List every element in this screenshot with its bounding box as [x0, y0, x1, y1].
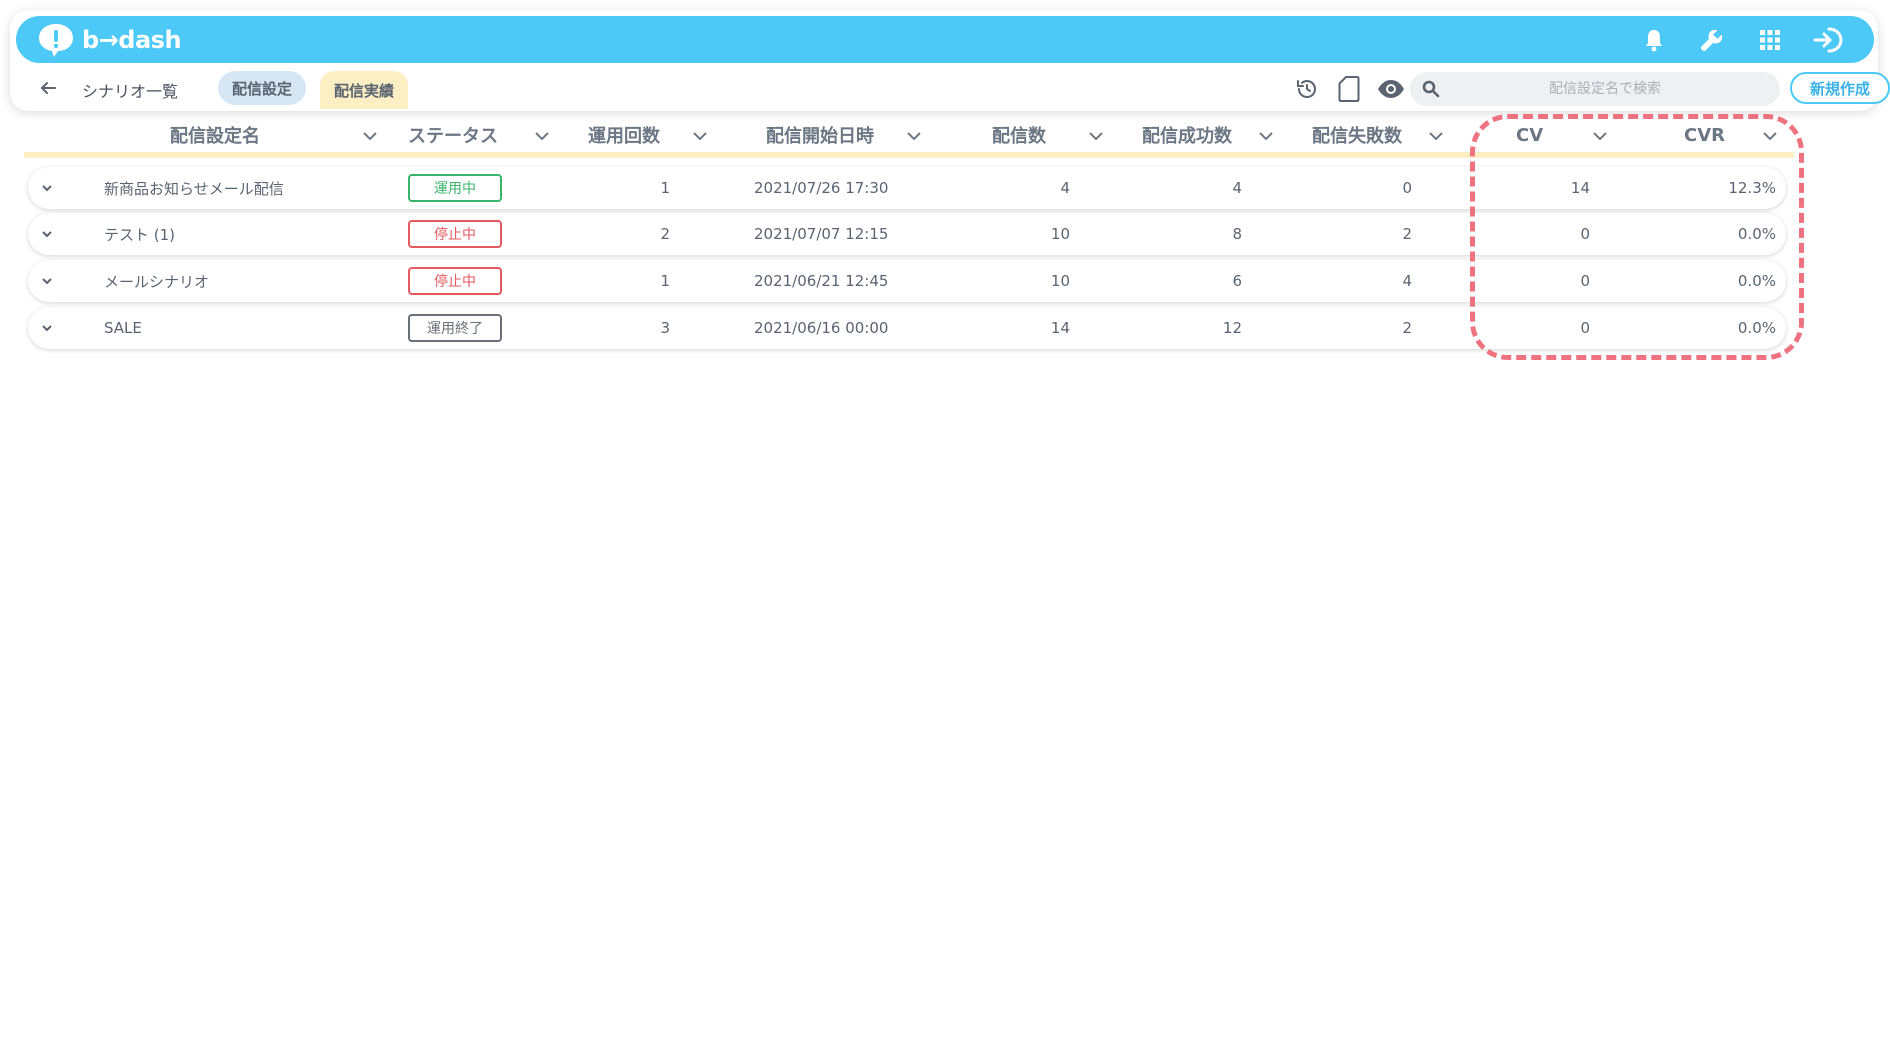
chevron-down-icon [1259, 132, 1273, 141]
cv-cvr-highlight-annotation [1470, 114, 1804, 360]
wrench-icon[interactable] [1696, 24, 1728, 56]
back-arrow-icon[interactable] [36, 76, 60, 100]
column-header-status[interactable]: ステータス [408, 118, 549, 152]
cell-name[interactable]: SALE [104, 307, 142, 349]
status-badge: 停止中 [408, 220, 502, 248]
cell-sent: 14 [1050, 319, 1070, 337]
breadcrumb-scenario-list[interactable]: シナリオ一覧 [82, 78, 178, 102]
cell-runs: 2 [660, 225, 670, 243]
search-icon [1422, 80, 1440, 98]
chevron-down-icon [363, 132, 377, 141]
cell-sent: 10 [1050, 272, 1070, 290]
cell-start-time: 2021/06/16 00:00 [754, 319, 889, 337]
chevron-down-icon [1429, 132, 1443, 141]
logo[interactable]: b→dash [36, 22, 182, 58]
cell-runs: 1 [660, 179, 670, 197]
sub-navigation: シナリオ一覧 配信設定 配信実績 新規作成 [30, 70, 1890, 109]
chat-bubble-logo-icon [39, 24, 73, 57]
column-header-failed[interactable]: 配信失敗数 [1312, 118, 1462, 152]
column-label: 配信開始日時 [766, 126, 874, 147]
history-icon[interactable] [1292, 74, 1322, 104]
cell-success: 6 [1232, 272, 1242, 290]
expand-chevron-icon[interactable] [40, 227, 54, 241]
cell-success: 12 [1222, 319, 1242, 337]
cell-success: 4 [1232, 179, 1242, 197]
column-header-runs[interactable]: 運用回数 [588, 118, 708, 152]
search-input[interactable] [1450, 72, 1760, 106]
cell-runs: 3 [660, 319, 670, 337]
cell-start-time: 2021/06/21 12:45 [754, 272, 889, 290]
status-badge: 運用中 [408, 174, 502, 202]
create-new-button[interactable]: 新規作成 [1790, 72, 1890, 104]
search-box[interactable] [1410, 72, 1780, 106]
tab-delivery-settings[interactable]: 配信設定 [218, 71, 307, 105]
column-header-sent[interactable]: 配信数 [992, 118, 1112, 152]
status-badge: 停止中 [408, 267, 502, 295]
tab-delivery-results[interactable]: 配信実績 [320, 71, 409, 109]
column-header-success[interactable]: 配信成功数 [1142, 118, 1292, 152]
cell-name[interactable]: メールシナリオ [104, 260, 209, 302]
cell-start-time: 2021/07/26 17:30 [754, 179, 889, 197]
chevron-down-icon [693, 132, 707, 141]
top-bar: b→dash [16, 16, 1874, 63]
expand-chevron-icon[interactable] [40, 274, 54, 288]
cell-failed: 0 [1402, 179, 1412, 197]
column-header-start-time[interactable]: 配信開始日時 [766, 118, 946, 152]
column-label: 配信失敗数 [1312, 126, 1402, 147]
expand-chevron-icon[interactable] [40, 321, 54, 335]
chevron-down-icon [535, 132, 549, 141]
bell-icon[interactable] [1638, 24, 1670, 56]
expand-chevron-icon[interactable] [40, 181, 54, 195]
cell-failed: 4 [1402, 272, 1412, 290]
column-label: ステータス [408, 126, 498, 147]
cell-runs: 1 [660, 272, 670, 290]
column-label: 運用回数 [588, 126, 660, 147]
cell-failed: 2 [1402, 319, 1412, 337]
document-icon[interactable] [1334, 74, 1364, 104]
logout-icon[interactable] [1812, 24, 1844, 56]
chevron-down-icon [907, 132, 921, 141]
cell-name[interactable]: 新商品お知らせメール配信 [104, 167, 284, 209]
status-badge: 運用終了 [408, 314, 502, 342]
cell-sent: 10 [1050, 225, 1070, 243]
column-label: 配信数 [992, 126, 1046, 147]
cell-start-time: 2021/07/07 12:15 [754, 225, 889, 243]
grid-icon[interactable] [1754, 24, 1786, 56]
logo-text: b→dash [82, 26, 182, 54]
column-label: 配信設定名 [170, 126, 260, 147]
chevron-down-icon [1089, 132, 1103, 141]
cell-failed: 2 [1402, 225, 1412, 243]
cell-success: 8 [1232, 225, 1242, 243]
column-label: 配信成功数 [1142, 126, 1232, 147]
cell-name[interactable]: テスト (1) [104, 213, 175, 255]
column-header-name[interactable]: 配信設定名 [170, 118, 390, 152]
cell-sent: 4 [1060, 179, 1070, 197]
eye-icon[interactable] [1376, 74, 1406, 104]
